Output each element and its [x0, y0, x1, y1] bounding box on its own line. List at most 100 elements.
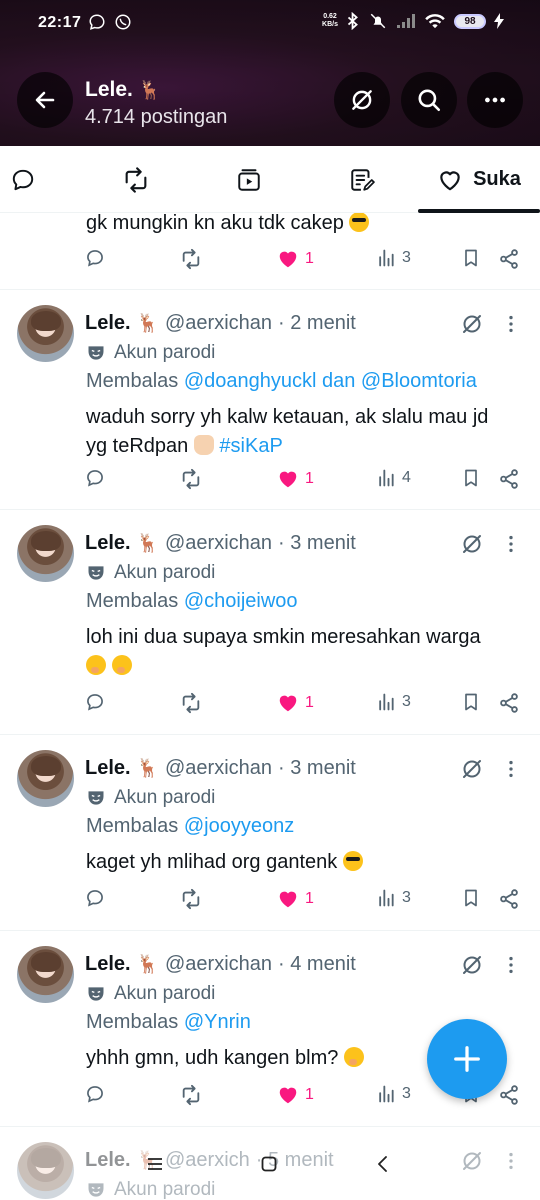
tab-articles[interactable] — [338, 146, 386, 213]
parody-label: Akun parodi — [86, 342, 215, 364]
share-button[interactable] — [498, 888, 520, 910]
more-vertical-icon[interactable] — [500, 953, 522, 977]
bookmark-icon — [465, 693, 477, 711]
search-button[interactable] — [401, 72, 457, 128]
views-icon — [379, 469, 394, 487]
system-icons: 0.62 KB/s 98 — [322, 12, 504, 30]
more-vertical-icon[interactable] — [500, 312, 522, 336]
avatar[interactable] — [17, 750, 74, 807]
tab-media[interactable] — [225, 146, 273, 213]
status-bar: 22:17 0.62 KB/s 98 — [0, 10, 540, 40]
retweet-button[interactable] — [180, 1084, 202, 1106]
home-icon[interactable] — [260, 1155, 278, 1173]
tab-reposts[interactable] — [112, 146, 160, 213]
reply-button[interactable] — [85, 692, 105, 712]
tweet-text-line — [86, 652, 526, 681]
tweet-actions: 1 3 — [0, 248, 540, 278]
reply-button[interactable] — [85, 248, 105, 268]
parody-text: Akun parodi — [114, 562, 216, 583]
like-button[interactable]: 1 — [277, 692, 314, 714]
retweet-button[interactable] — [180, 248, 202, 270]
tab-likes[interactable]: Suka — [418, 146, 540, 213]
share-button[interactable] — [498, 1084, 520, 1106]
like-button[interactable]: 1 — [277, 888, 314, 910]
reply-button[interactable] — [85, 468, 105, 488]
grok-icon[interactable] — [460, 757, 484, 781]
views-button[interactable]: 3 — [376, 888, 411, 908]
tweet-author[interactable]: Lele. 🦌 @aerxichan · 2 menit — [85, 312, 356, 335]
views-button[interactable]: 3 — [376, 1084, 411, 1104]
tweet-text-content: yg teRdpan — [86, 435, 189, 457]
views-icon — [379, 249, 394, 267]
reply-context: Membalas @jooyyeonz — [86, 815, 294, 838]
more-vertical-icon[interactable] — [500, 757, 522, 781]
more-button[interactable] — [467, 72, 523, 128]
reply-mention[interactable]: @Ynrin — [184, 1011, 251, 1033]
views-button[interactable]: 3 — [376, 248, 411, 268]
view-count: 3 — [402, 249, 411, 266]
reply-mention[interactable]: @doanghyuckl dan @Bloomtoria — [184, 370, 477, 392]
views-button[interactable]: 4 — [376, 468, 411, 488]
author-name: Lele. — [85, 312, 131, 334]
bookmark-button[interactable] — [461, 888, 481, 908]
compose-button[interactable] — [427, 1019, 507, 1099]
reply-button[interactable] — [85, 888, 105, 908]
bookmark-button[interactable] — [461, 248, 481, 268]
tweet-actions: 1 3 — [0, 888, 540, 918]
like-count: 1 — [305, 470, 314, 487]
retweet-icon — [182, 692, 200, 714]
grok-button[interactable] — [334, 72, 390, 128]
tweet-time: · 3 menit — [278, 532, 356, 554]
tweet-author[interactable]: Lele. 🦌 @aerxichan · 3 menit — [85, 532, 356, 555]
reply-button[interactable] — [85, 1084, 105, 1104]
avatar[interactable] — [17, 525, 74, 582]
retweet-button[interactable] — [180, 692, 202, 714]
reply-mention[interactable]: @choijeiwoo — [184, 590, 298, 612]
back-button[interactable] — [17, 72, 73, 128]
tweet-text-line: waduh sorry yh kalw ketauan, ak slalu ma… — [86, 406, 489, 428]
retweet-icon — [182, 1084, 200, 1106]
tweet-time: · 2 menit — [278, 312, 356, 334]
bookmark-button[interactable] — [461, 692, 481, 712]
parody-mask-icon — [88, 987, 104, 1001]
more-vertical-icon[interactable] — [500, 532, 522, 556]
bookmark-icon — [465, 889, 477, 907]
share-button[interactable] — [498, 468, 520, 490]
like-button[interactable]: 1 — [277, 468, 314, 490]
back-arrow-icon — [35, 91, 55, 109]
retweet-button[interactable] — [180, 888, 202, 910]
tweet[interactable]: Lele. 🦌 @aerxichan · 3 menit Akun parodi… — [0, 735, 540, 931]
retweet-button[interactable] — [180, 468, 202, 490]
back-icon[interactable] — [374, 1155, 392, 1173]
like-button[interactable]: 1 — [277, 248, 314, 270]
hashtag-link[interactable]: #siKaP — [219, 435, 282, 457]
tab-replies[interactable] — [0, 146, 46, 213]
parody-text: Akun parodi — [114, 983, 216, 1004]
post-count: 4.714 postingan — [85, 106, 228, 128]
tweet-author[interactable]: Lele. 🦌 @aerxichan · 3 menit — [85, 757, 356, 780]
tweet-author[interactable]: Lele. 🦌 @aerxichan · 4 menit — [85, 953, 356, 976]
parody-label: Akun parodi — [86, 983, 215, 1005]
grok-icon[interactable] — [460, 532, 484, 556]
reply-mention[interactable]: @jooyyeonz — [184, 815, 294, 837]
profile-tabs: Suka — [0, 146, 540, 213]
share-button[interactable] — [498, 692, 520, 714]
grok-icon[interactable] — [460, 312, 484, 336]
like-button[interactable]: 1 — [277, 1084, 314, 1106]
retweet-icon — [182, 468, 200, 490]
tweet[interactable]: gk mungkin kn aku tdk cakep 1 3 — [0, 213, 540, 290]
tweet-text-content: yhhh gmn, udh kangen blm? — [86, 1047, 339, 1069]
deer-emoji: 🦌 — [136, 313, 159, 333]
views-icon — [379, 889, 394, 907]
retweet-icon — [125, 166, 147, 193]
avatar[interactable] — [17, 305, 74, 362]
bookmark-button[interactable] — [461, 468, 481, 488]
share-button[interactable] — [498, 248, 520, 270]
tweet[interactable]: Lele. 🦌 @aerxichan · 3 menit Akun parodi… — [0, 510, 540, 735]
reply-icon — [87, 250, 103, 267]
menu-icon[interactable] — [146, 1155, 164, 1173]
tweet[interactable]: Lele. 🦌 @aerxichan · 2 menit Akun parodi… — [0, 290, 540, 510]
views-button[interactable]: 3 — [376, 692, 411, 712]
grok-icon[interactable] — [460, 953, 484, 977]
avatar[interactable] — [17, 946, 74, 1003]
